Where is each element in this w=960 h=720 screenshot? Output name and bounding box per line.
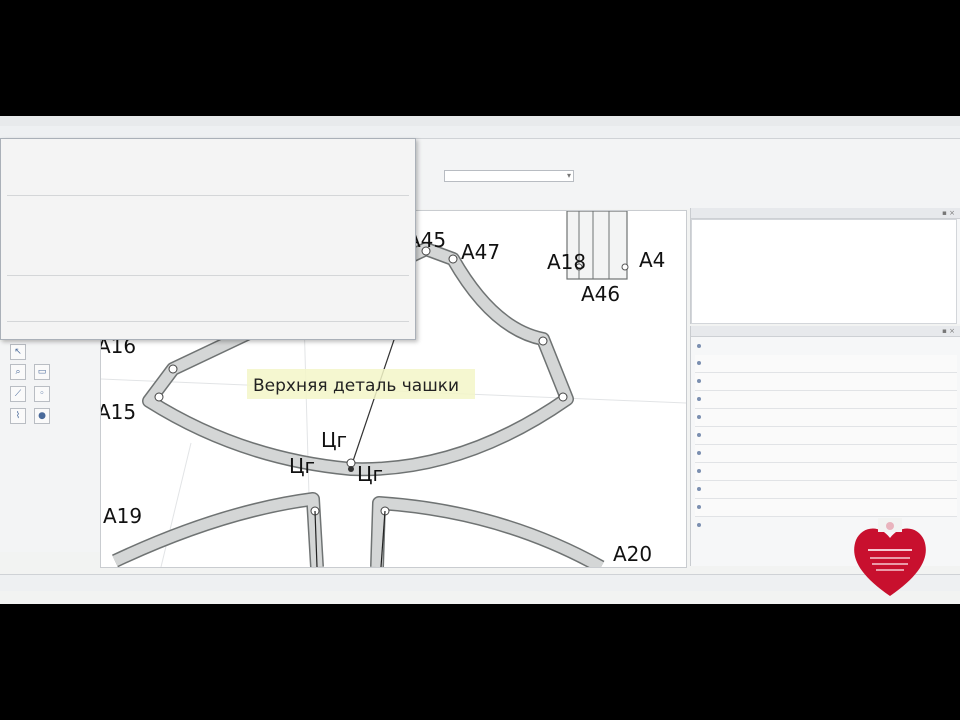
zoom-icon[interactable]: ⌕ bbox=[10, 364, 26, 380]
menu-item-3[interactable] bbox=[33, 126, 47, 138]
point-icon[interactable]: ◦ bbox=[34, 386, 50, 402]
dropdown-item-1[interactable] bbox=[7, 145, 409, 155]
dropdown-separator bbox=[7, 195, 409, 196]
history-item[interactable] bbox=[695, 499, 957, 517]
recent-file-4[interactable] bbox=[7, 249, 409, 259]
point-label-cg-1: Цг bbox=[321, 428, 347, 452]
properties-panel-content bbox=[691, 219, 957, 324]
point-label-cg-2: Цг bbox=[289, 454, 315, 478]
pin-icon[interactable]: ▪ × bbox=[942, 208, 955, 218]
bottom-panel-tab[interactable] bbox=[0, 556, 100, 568]
dropdown-item-2[interactable] bbox=[7, 157, 409, 167]
recent-file-3[interactable] bbox=[7, 237, 409, 247]
point-label-cg-3: Цг bbox=[357, 462, 383, 486]
status-bar bbox=[0, 574, 960, 591]
mode-combo[interactable] bbox=[440, 169, 574, 183]
dropdown-item-3[interactable] bbox=[7, 169, 409, 179]
left-tool-palette: ↖ ⌕ ▭ ⟋ ◦ ⌇ ● bbox=[0, 342, 100, 552]
recent-file-2[interactable] bbox=[7, 225, 409, 235]
pattern-piece-lower-left bbox=[112, 492, 324, 567]
point-label-a19: A19 bbox=[103, 504, 142, 528]
properties-panel: ▪ × bbox=[690, 208, 960, 324]
history-item[interactable] bbox=[695, 338, 957, 355]
menu-item-1[interactable] bbox=[0, 126, 14, 138]
select-icon[interactable]: ▭ bbox=[34, 364, 50, 380]
dropdown-item-settings[interactable] bbox=[7, 281, 409, 291]
menu-item-2[interactable] bbox=[16, 126, 30, 138]
point-label-a18: A18 bbox=[547, 250, 586, 274]
history-item[interactable] bbox=[695, 463, 957, 481]
point-label-a47: A47 bbox=[461, 240, 500, 264]
history-item[interactable] bbox=[695, 391, 957, 409]
history-item[interactable] bbox=[695, 427, 957, 445]
mode-combo-box[interactable] bbox=[444, 170, 574, 182]
history-item[interactable] bbox=[695, 373, 957, 391]
ruler-icon[interactable]: ⟋ bbox=[10, 386, 26, 402]
point-label-a20: A20 bbox=[613, 542, 652, 566]
history-item[interactable] bbox=[695, 409, 957, 427]
detail-title: Верхняя деталь чашки bbox=[253, 376, 459, 396]
history-item[interactable] bbox=[695, 445, 957, 463]
menu-item-4[interactable] bbox=[49, 126, 63, 138]
dropdown-separator bbox=[7, 275, 409, 276]
history-item[interactable] bbox=[695, 481, 957, 499]
file-menu-dropdown bbox=[0, 138, 416, 340]
application-window: ↖ ⌕ ▭ ⟋ ◦ ⌇ ● bbox=[0, 116, 960, 604]
dropdown-item-exit[interactable] bbox=[7, 325, 409, 335]
point-label-a4: A4 bbox=[639, 248, 665, 272]
line-icon[interactable]: ⌇ bbox=[10, 408, 26, 424]
dropdown-item-4[interactable] bbox=[7, 181, 409, 191]
history-item[interactable] bbox=[695, 355, 957, 373]
recent-file-5[interactable] bbox=[7, 261, 409, 271]
history-list bbox=[695, 338, 957, 534]
history-panel-header: ▪ × bbox=[691, 326, 960, 337]
node-icon[interactable]: ● bbox=[34, 408, 50, 424]
dropdown-item-print[interactable] bbox=[7, 307, 409, 317]
title-bar-blurred-text bbox=[0, 116, 14, 125]
dropdown-section-header bbox=[7, 199, 409, 209]
point-label-a46: A46 bbox=[581, 282, 620, 306]
heart-logo bbox=[854, 518, 926, 596]
point-label-a15: A15 bbox=[101, 400, 136, 424]
menu-item-5[interactable] bbox=[66, 126, 80, 138]
dropdown-item-export[interactable] bbox=[7, 293, 409, 303]
pin-icon[interactable]: ▪ × bbox=[942, 326, 955, 336]
dropdown-separator bbox=[7, 321, 409, 322]
recent-file-1[interactable] bbox=[7, 213, 409, 223]
arrow-icon[interactable]: ↖ bbox=[10, 344, 26, 360]
pattern-piece-lower-right bbox=[370, 496, 605, 567]
properties-panel-header: ▪ × bbox=[691, 208, 960, 219]
